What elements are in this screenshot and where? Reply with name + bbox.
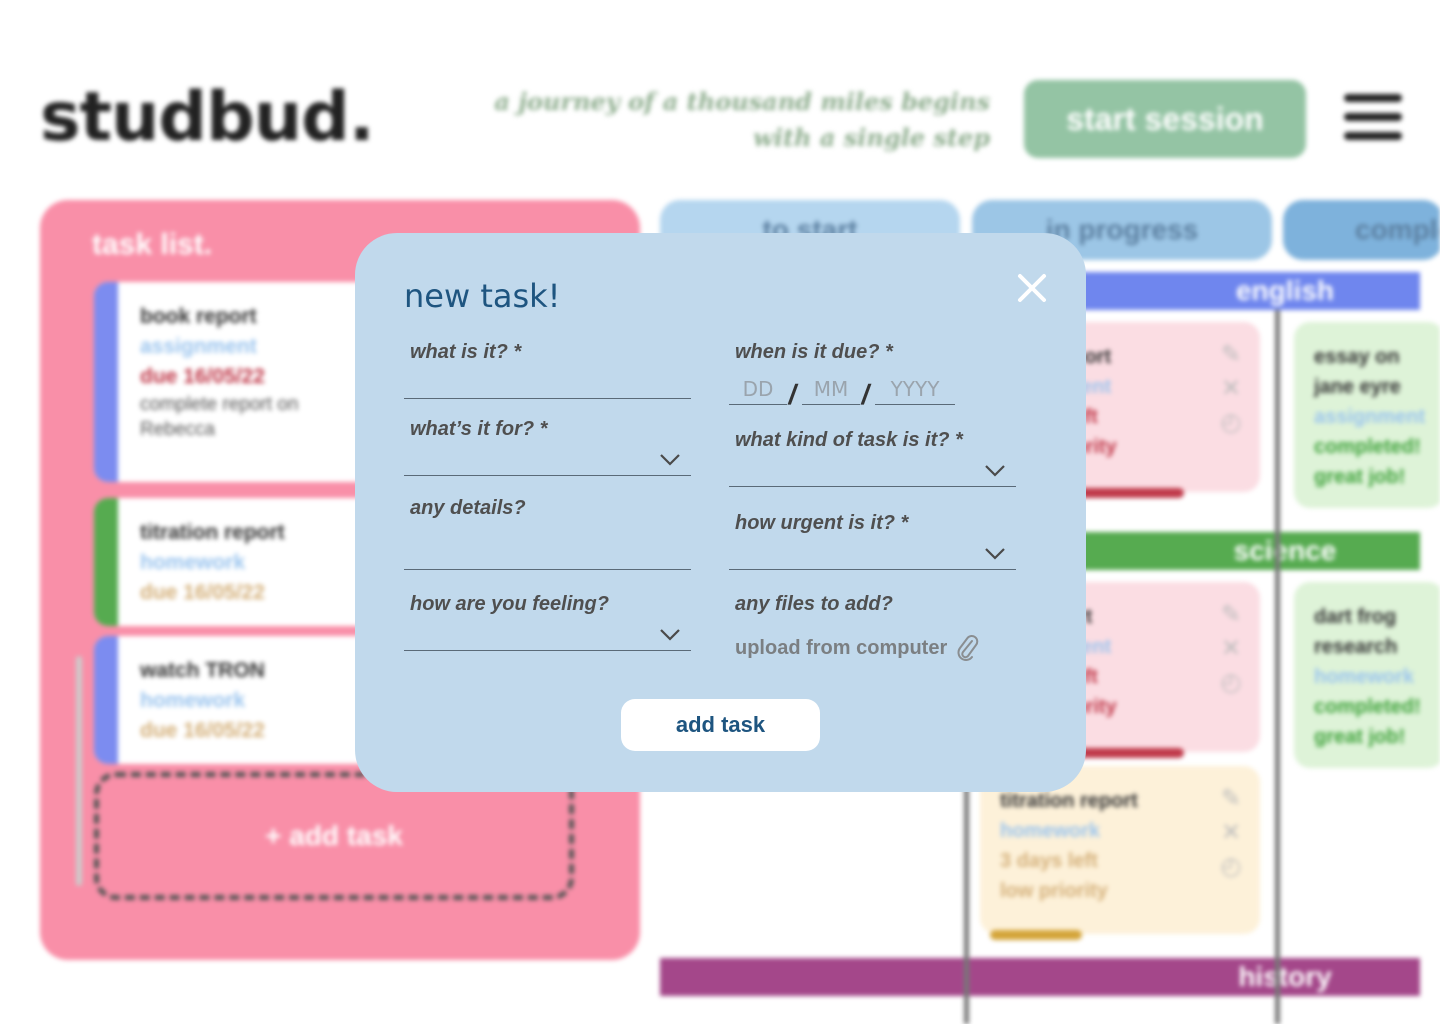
modal-title: new task! <box>404 277 561 315</box>
task-type: homework <box>140 689 246 712</box>
board-card-actions[interactable]: ✎ ✕ ◴ <box>1216 338 1246 440</box>
task-card-color-bar <box>94 636 118 764</box>
chevron-down-icon[interactable] <box>659 628 681 642</box>
board-card-actions[interactable]: ✎ ✕ ◴ <box>1216 598 1246 700</box>
board-card-status: completed! <box>1314 436 1421 458</box>
close-icon[interactable] <box>1013 269 1051 307</box>
board-card-title: dart frog research <box>1314 606 1398 658</box>
urgency-select[interactable] <box>729 530 1016 570</box>
due-month-input[interactable]: MM <box>802 377 860 405</box>
tab-completed[interactable]: completed <box>1283 200 1440 260</box>
hamburger-menu-icon[interactable] <box>1344 94 1402 140</box>
task-list-title: task list. <box>92 228 213 261</box>
board-card-type: assignment <box>1314 406 1426 428</box>
what-field[interactable] <box>404 359 691 399</box>
feeling-select[interactable] <box>404 611 691 651</box>
kind-select[interactable] <box>729 447 1016 487</box>
what-input[interactable] <box>404 359 691 398</box>
chevron-down-icon[interactable] <box>659 453 681 467</box>
paperclip-icon <box>957 635 979 661</box>
task-details-line2: Rebecca <box>140 419 215 440</box>
for-select[interactable] <box>404 436 691 476</box>
date-separator: / <box>786 379 800 410</box>
chevron-down-icon[interactable] <box>984 547 1006 561</box>
details-field[interactable] <box>404 530 691 570</box>
task-title: watch TRON <box>140 659 265 682</box>
due-label: when is it due? * <box>735 341 893 363</box>
board-card-progress <box>990 930 1082 940</box>
details-input[interactable] <box>404 530 691 569</box>
new-task-modal: new task! what is it? * what’s it for? *… <box>355 233 1086 792</box>
upload-label: upload from computer <box>735 636 948 659</box>
due-day-input[interactable]: DD <box>729 377 787 405</box>
task-due: due 16/05/22 <box>140 719 265 742</box>
board-card-message: great job! <box>1314 466 1406 488</box>
subject-header-history: history <box>660 958 1420 996</box>
files-label: any files to add? <box>735 593 893 615</box>
board-card-days: 3 days left <box>1000 850 1098 872</box>
board-card-message: great job! <box>1314 726 1406 748</box>
start-session-button[interactable]: start session <box>1024 80 1306 158</box>
add-task-button[interactable]: add task <box>621 699 820 751</box>
task-details: complete report on <box>140 394 299 415</box>
task-type: assignment <box>140 335 257 358</box>
board-card[interactable]: essay on jane eyre assignment completed!… <box>1294 322 1440 508</box>
board-card[interactable]: dart frog research homework completed! g… <box>1294 582 1440 768</box>
task-type: homework <box>140 551 246 574</box>
task-card-color-bar <box>94 498 118 626</box>
date-separator: / <box>859 379 873 410</box>
board-card-actions[interactable]: ✎ ✕ ◴ <box>1216 782 1246 884</box>
task-card-color-bar <box>94 282 118 482</box>
task-due: due 16/05/22 <box>140 365 265 388</box>
motivational-quote: a journey of a thousand miles begins wit… <box>494 87 990 152</box>
board-card-type: homework <box>1000 820 1101 842</box>
column-divider <box>1275 310 1280 1024</box>
board-card-title: essay on jane eyre <box>1314 346 1401 398</box>
due-year-input[interactable]: YYYY <box>875 377 955 405</box>
board-card-type: homework <box>1314 666 1415 688</box>
chevron-down-icon[interactable] <box>984 464 1006 478</box>
board-card-priority: low priority <box>1000 880 1108 902</box>
task-due: due 16/05/22 <box>140 581 265 604</box>
details-label: any details? <box>410 497 526 519</box>
task-list-scrollbar[interactable] <box>76 656 82 886</box>
board-card-status: completed! <box>1314 696 1421 718</box>
upload-button[interactable]: upload from computer <box>735 633 979 663</box>
task-title: book report <box>140 305 257 328</box>
task-title: titration report <box>140 521 285 544</box>
app-logo: studbud. <box>40 78 375 157</box>
